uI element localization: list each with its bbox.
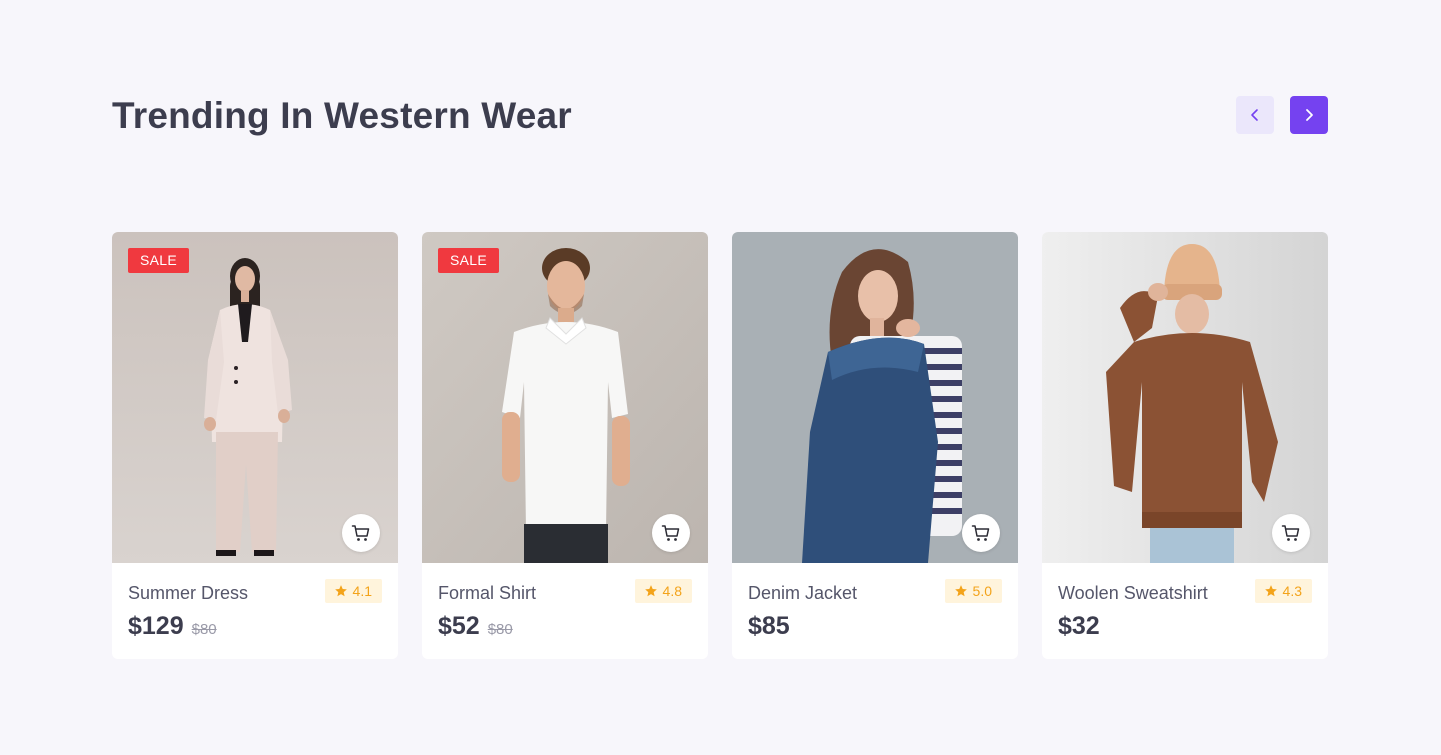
product-image[interactable] xyxy=(1042,232,1328,563)
rating-value: 5.0 xyxy=(972,583,992,599)
star-icon xyxy=(954,585,967,597)
product-image[interactable]: SALE xyxy=(422,232,708,563)
chevron-left-icon xyxy=(1251,109,1258,121)
product-price: $52 xyxy=(438,612,480,640)
product-grid: SALE Summer Dress 4.1 $129 $80 SALE Form… xyxy=(112,232,1328,659)
rating-value: 4.3 xyxy=(1282,583,1302,599)
star-icon xyxy=(1264,585,1277,597)
sale-badge: SALE xyxy=(438,248,499,273)
add-to-cart-button[interactable] xyxy=(652,514,690,552)
shopping-cart-icon xyxy=(661,525,680,541)
rating-badge: 4.1 xyxy=(324,579,382,603)
shopping-cart-icon xyxy=(1281,525,1300,541)
star-icon xyxy=(334,585,347,597)
trending-section: Trending In Western Wear SALE Summer Dre… xyxy=(0,0,1441,755)
add-to-cart-button[interactable] xyxy=(962,514,1000,552)
rating-badge: 4.8 xyxy=(634,579,692,603)
product-card-summer-dress[interactable]: SALE Summer Dress 4.1 $129 $80 xyxy=(112,232,398,659)
product-card-woolen-sweatshirt[interactable]: Woolen Sweatshirt 4.3 $32 xyxy=(1042,232,1328,659)
shopping-cart-icon xyxy=(971,525,990,541)
product-name: Formal Shirt xyxy=(438,583,537,603)
carousel-prev-button[interactable] xyxy=(1236,96,1274,134)
chevron-right-icon xyxy=(1306,109,1313,121)
product-image[interactable] xyxy=(732,232,1018,563)
product-price: $85 xyxy=(748,612,790,640)
original-price: $80 xyxy=(191,621,217,638)
star-icon xyxy=(644,585,657,597)
product-name: Woolen Sweatshirt xyxy=(1058,583,1208,603)
shopping-cart-icon xyxy=(351,525,370,541)
original-price: $80 xyxy=(487,621,513,638)
product-price: $32 xyxy=(1058,612,1100,640)
section-title: Trending In Western Wear xyxy=(112,95,572,136)
product-name: Denim Jacket xyxy=(748,583,858,603)
rating-value: 4.8 xyxy=(662,583,682,599)
add-to-cart-button[interactable] xyxy=(342,514,380,552)
rating-badge: 4.3 xyxy=(1254,579,1312,603)
carousel-next-button[interactable] xyxy=(1290,96,1328,134)
product-card-denim-jacket[interactable]: Denim Jacket 5.0 $85 xyxy=(732,232,1018,659)
product-name: Summer Dress xyxy=(128,583,249,603)
rating-value: 4.1 xyxy=(352,583,372,599)
add-to-cart-button[interactable] xyxy=(1272,514,1310,552)
product-card-formal-shirt[interactable]: SALE Formal Shirt 4.8 $52 $80 xyxy=(422,232,708,659)
sale-badge: SALE xyxy=(128,248,189,273)
product-image[interactable]: SALE xyxy=(112,232,398,563)
rating-badge: 5.0 xyxy=(944,579,1002,603)
product-price: $129 xyxy=(128,612,184,640)
